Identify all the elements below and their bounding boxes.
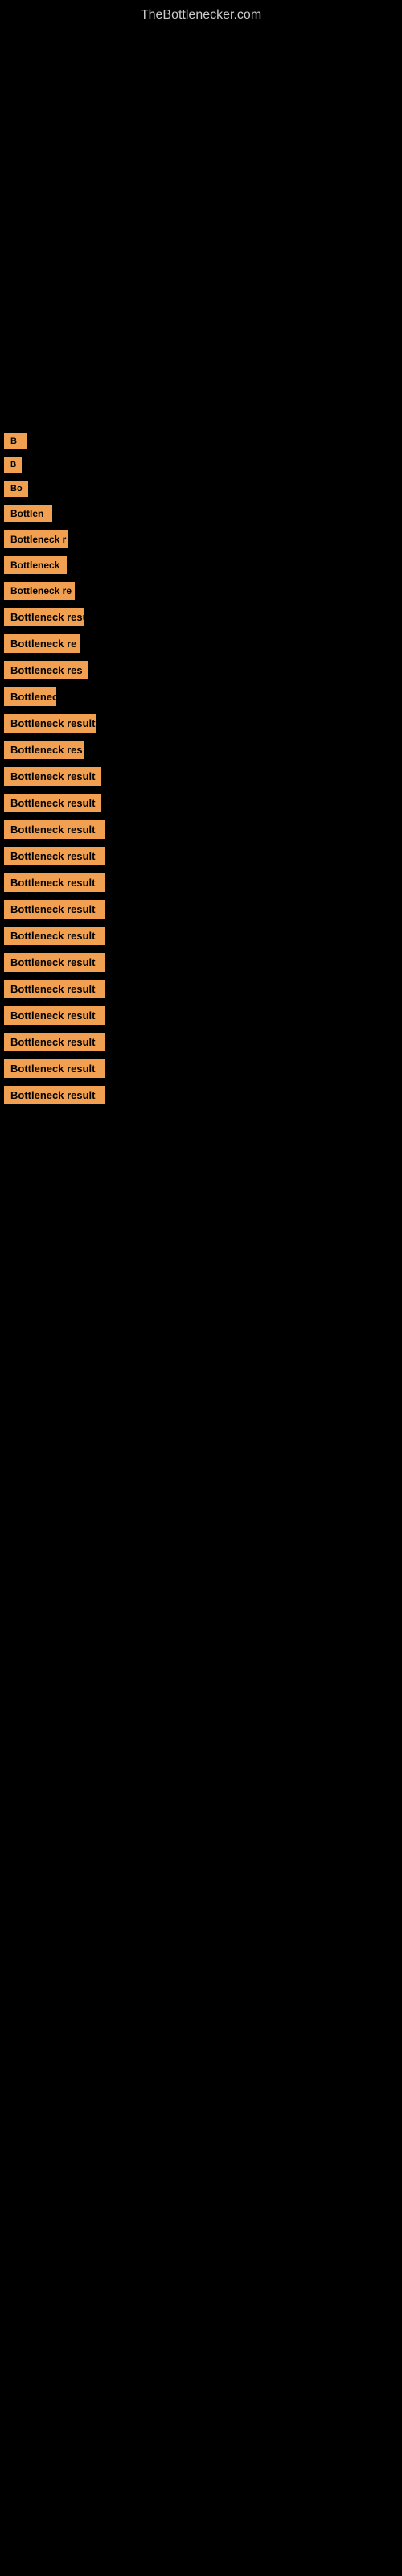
bottleneck-item: Bottleneck result (4, 900, 402, 919)
bottleneck-item: Bottleneck r (4, 530, 402, 548)
site-header: TheBottlenecker.com (0, 0, 402, 31)
bottleneck-label: Bottleneck result (4, 953, 105, 972)
bottleneck-items-container: BB Bo Bottlen Bottleneck r Bottleneck Bottlen… (0, 417, 402, 1104)
chart-area (0, 31, 402, 417)
bottleneck-label: Bottleneck result (4, 794, 100, 812)
bottleneck-item: Bottleneck result (4, 927, 402, 945)
bottleneck-item: Bottleneck res (4, 741, 402, 759)
bottleneck-label: Bottleneck result (4, 1059, 105, 1078)
bottleneck-item: Bottleneck res (4, 661, 402, 679)
bottleneck-label: Bottleneck result (4, 847, 105, 865)
bottleneck-label: Bottleneck result (4, 1006, 105, 1025)
bottleneck-item: Bottleneck result (4, 1033, 402, 1051)
bottleneck-item: Bottleneck result (4, 767, 402, 786)
bottleneck-label: Bottleneck result (4, 714, 96, 733)
bottleneck-item: Bottleneck result (4, 820, 402, 839)
bottleneck-label: Bottleneck result (4, 1086, 105, 1104)
bottleneck-item: Bottleneck result (4, 714, 402, 733)
bottleneck-item: Bottleneck result (4, 794, 402, 812)
bottleneck-item: Bottleneck result (4, 980, 402, 998)
bottleneck-item: Bottleneck result (4, 873, 402, 892)
bottleneck-item: Bottleneck re (4, 582, 402, 600)
bottleneck-item: Bottlen (4, 505, 402, 522)
bottleneck-label: Bo (4, 481, 28, 497)
bottleneck-label: Bottleneck result (4, 873, 105, 892)
bottleneck-label: Bottleneck re (4, 634, 80, 653)
bottleneck-label: Bottleneck (4, 556, 67, 574)
bottleneck-label: Bottleneck result (4, 767, 100, 786)
bottleneck-label: Bottleneck resu (4, 608, 84, 626)
bottleneck-item: Bottleneck result (4, 1006, 402, 1025)
bottleneck-label: Bottlen (4, 505, 52, 522)
bottleneck-item: Bottleneck result (4, 953, 402, 972)
bottleneck-label: Bottleneck result (4, 980, 105, 998)
bottleneck-item: Bottleneck result (4, 1059, 402, 1078)
bottleneck-label: B (4, 433, 27, 449)
bottleneck-item: Bottleneck result (4, 1086, 402, 1104)
bottleneck-item: Bottleneck resu (4, 608, 402, 626)
bottleneck-label: Bottleneck result (4, 927, 105, 945)
bottleneck-label: Bottleneck re (4, 582, 75, 600)
bottleneck-item: B (4, 457, 402, 473)
bottleneck-label: Bottleneck result (4, 1033, 105, 1051)
bottleneck-item: Bo (4, 481, 402, 497)
bottleneck-item: Bottleneck (4, 556, 402, 574)
bottleneck-item: B (4, 433, 402, 449)
bottleneck-label: Bottleneck r (4, 530, 68, 548)
bottleneck-label: Bottleneck (4, 687, 56, 706)
bottleneck-item: Bottleneck (4, 687, 402, 706)
bottleneck-item: Bottleneck result (4, 847, 402, 865)
bottleneck-label: Bottleneck res (4, 741, 84, 759)
bottleneck-label: B (4, 457, 22, 473)
bottleneck-label: Bottleneck result (4, 820, 105, 839)
bottleneck-label: Bottleneck res (4, 661, 88, 679)
bottleneck-item: Bottleneck re (4, 634, 402, 653)
site-title: TheBottlenecker.com (0, 0, 402, 31)
bottleneck-label: Bottleneck result (4, 900, 105, 919)
